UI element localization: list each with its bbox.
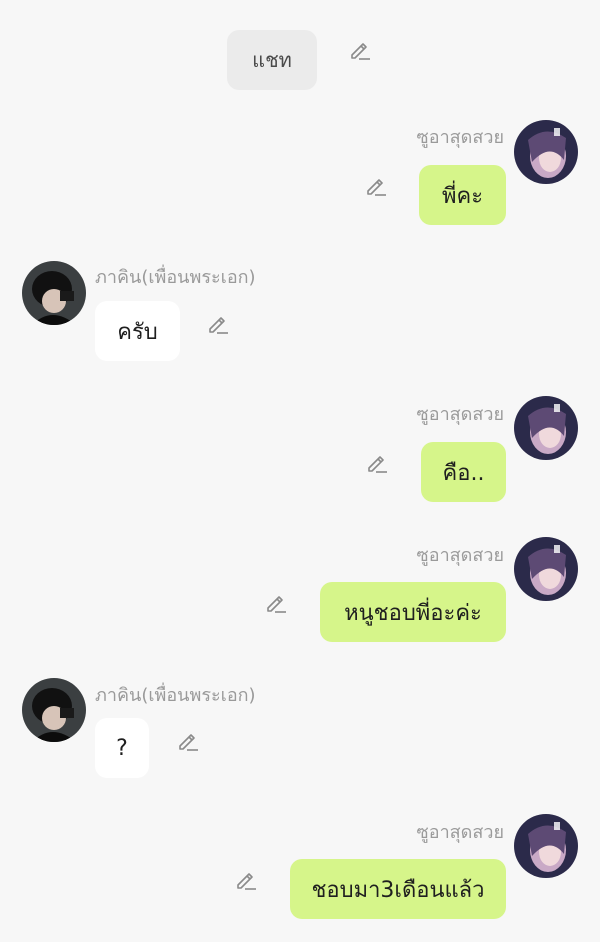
sender-name: ซูอาสุดสวย [416,545,504,566]
avatar-other[interactable] [22,261,86,325]
avatar-other-image [22,678,86,742]
message-text: ชอบมา3เดือนแล้ว [311,877,485,903]
pencil-icon [179,734,198,751]
edit-message-button[interactable] [264,591,288,615]
message-text: หนูชอบพี่อะค่ะ [344,600,482,626]
pencil-icon [267,596,286,613]
sender-name: ภาคิน(เพื่อนพระเอก) [95,685,256,706]
avatar-me-image [514,537,578,601]
avatar-me-image [514,396,578,460]
avatar-me[interactable] [514,814,578,878]
message-text: คือ.. [442,460,485,486]
sender-name: ซูอาสุดสวย [416,127,504,148]
message-bubble-me[interactable]: พี่คะ [419,165,506,225]
system-chip-label: แชท [252,48,292,72]
edit-message-button[interactable] [234,868,258,892]
pencil-icon [367,179,386,196]
message-bubble-me[interactable]: หนูชอบพี่อะค่ะ [320,582,506,642]
pencil-icon [237,873,256,890]
edit-message-button[interactable] [365,451,389,475]
message-text: พี่คะ [441,183,484,209]
system-chip: แชท [227,30,317,90]
pencil-icon [209,317,228,334]
avatar-other-image [22,261,86,325]
avatar-me[interactable] [514,120,578,184]
message-bubble-me[interactable]: ชอบมา3เดือนแล้ว [290,859,506,919]
avatar-me[interactable] [514,396,578,460]
pencil-icon [368,456,387,473]
edit-system-button[interactable] [348,38,372,62]
avatar-me[interactable] [514,537,578,601]
sender-name: ซูอาสุดสวย [416,404,504,425]
avatar-me-image [514,120,578,184]
avatar-other[interactable] [22,678,86,742]
edit-message-button[interactable] [206,312,230,336]
message-text: ครับ [117,319,158,345]
avatar-me-image [514,814,578,878]
sender-name: ภาคิน(เพื่อนพระเอก) [95,267,256,288]
edit-message-button[interactable] [176,729,200,753]
pencil-icon [351,43,370,60]
message-text: ? [116,735,128,761]
message-bubble-me[interactable]: คือ.. [421,442,506,502]
edit-message-button[interactable] [364,174,388,198]
message-bubble-other[interactable]: ? [95,718,149,778]
sender-name: ซูอาสุดสวย [416,822,504,843]
message-bubble-other[interactable]: ครับ [95,301,180,361]
